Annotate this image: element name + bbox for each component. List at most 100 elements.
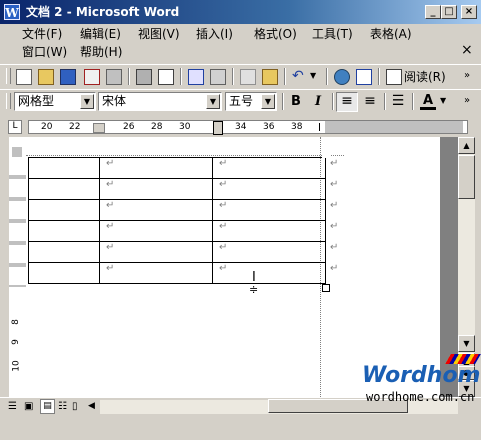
open-folder-icon[interactable] (38, 69, 54, 85)
style-combo[interactable]: 网格型 ▼ (14, 92, 96, 111)
save-icon[interactable] (60, 69, 76, 85)
scroll-up-icon[interactable]: ▲ (458, 137, 475, 154)
table-cell[interactable]: ↵ (212, 220, 326, 242)
row-markers[interactable] (9, 157, 26, 287)
menu-help[interactable]: 帮助(H) (80, 44, 122, 60)
bold-icon[interactable]: B (288, 94, 304, 110)
row-resize-cursor-icon: ≑ (249, 283, 259, 296)
read-mode-icon[interactable] (386, 69, 402, 85)
ruler-number: 26 (123, 122, 135, 132)
italic-icon[interactable]: I (310, 94, 326, 110)
table-row[interactable]: ↵ ↵ ↵ (28, 262, 345, 284)
hyperlink-icon[interactable] (334, 69, 350, 85)
undo-dropdown-icon[interactable]: ▼ (310, 69, 326, 85)
menu-tools[interactable]: 工具(T) (312, 26, 353, 42)
table-row[interactable]: ↵ ↵ ↵ (28, 157, 345, 179)
maximize-button[interactable]: □ (441, 5, 457, 19)
print-layout-view-icon[interactable]: ▤ (40, 399, 55, 414)
column-marker[interactable] (93, 123, 105, 133)
chevron-down-icon[interactable]: ▼ (80, 94, 94, 109)
toolbar-grip[interactable] (6, 93, 11, 109)
table-cell[interactable] (28, 241, 100, 263)
chevron-down-icon[interactable]: ▼ (261, 94, 275, 109)
document-table[interactable]: ↵ ↵ ↵ ↵ ↵ ↵ ↵ ↵ ↵ ↵ ↵ ↵ ↵ ↵ ↵ ↵ ↵ ↵ (28, 157, 345, 284)
close-button[interactable]: × (461, 5, 477, 19)
standard-toolbar: ↶ ▼ 阅读(R) » (0, 64, 481, 88)
vertical-ruler[interactable]: 8 9 10 (9, 137, 27, 397)
font-size-value: 五号 (229, 94, 254, 108)
watermark-url: wordhome.com.cn (366, 390, 475, 404)
spelling-icon[interactable] (188, 69, 204, 85)
table-cell[interactable]: ↵ (99, 199, 213, 221)
email-icon[interactable] (106, 69, 122, 85)
menu-edit[interactable]: 编辑(E) (80, 26, 121, 42)
toolbar-options-icon[interactable]: » (464, 69, 480, 85)
bullet-list-icon[interactable]: ☰ (390, 94, 406, 110)
cell-end-mark: ↵ (106, 179, 115, 190)
table-cell[interactable]: ↵ (212, 178, 326, 200)
table-cell[interactable] (28, 157, 100, 179)
cell-end-mark: ↵ (219, 158, 228, 169)
formatting-toolbar: 网格型 ▼ 宋体 ▼ 五号 ▼ B I ≡ ≡ ☰ A ▼ » (0, 89, 481, 113)
paste-icon[interactable] (262, 69, 278, 85)
menu-format[interactable]: 格式(O) (254, 26, 297, 42)
table-row[interactable]: ↵ ↵ ↵ (28, 220, 345, 242)
table-cell[interactable] (28, 178, 100, 200)
table-row[interactable]: ↵ ↵ ↵ (28, 178, 345, 200)
cell-end-mark: ↵ (106, 158, 115, 169)
table-resize-handle[interactable] (322, 284, 330, 292)
table-cell[interactable]: ↵ (212, 262, 326, 284)
word-app-icon[interactable]: W (4, 4, 20, 20)
new-document-icon[interactable] (16, 69, 32, 85)
justify-icon[interactable]: ≡ (336, 92, 358, 112)
copy-icon[interactable] (240, 69, 256, 85)
table-row[interactable]: ↵ ↵ ↵ (28, 241, 345, 263)
scroll-down-icon[interactable]: ▼ (458, 335, 475, 352)
menu-window[interactable]: 窗口(W) (22, 44, 67, 60)
reading-view-icon[interactable]: ▯ (72, 401, 78, 412)
undo-icon[interactable]: ↶ (292, 69, 308, 85)
scroll-thumb[interactable] (458, 155, 475, 199)
font-color-dropdown-icon[interactable]: ▼ (440, 94, 456, 110)
table-cell[interactable]: ↵ (99, 262, 213, 284)
font-color-icon[interactable]: A (420, 94, 436, 110)
table-cell[interactable]: ↵ (99, 178, 213, 200)
print-preview-icon[interactable] (158, 69, 174, 85)
document-close-icon[interactable]: × (461, 42, 473, 58)
row-end-mark: ↵ (330, 220, 339, 232)
table-cell[interactable]: ↵ (99, 220, 213, 242)
right-indent-marker[interactable] (319, 123, 324, 131)
table-cell[interactable] (28, 199, 100, 221)
table-cell[interactable] (28, 220, 100, 242)
permission-icon[interactable] (84, 69, 100, 85)
table-cell[interactable]: ↵ (99, 241, 213, 263)
outline-view-icon[interactable]: ☷ (58, 401, 67, 412)
web-view-icon[interactable]: ▣ (24, 401, 33, 412)
read-mode-button[interactable]: 阅读(R) (404, 69, 446, 85)
print-icon[interactable] (136, 69, 152, 85)
distributed-align-icon[interactable]: ≡ (362, 94, 378, 110)
menu-insert[interactable]: 插入(I) (196, 26, 233, 42)
table-cell[interactable]: ↵ (212, 199, 326, 221)
horizontal-ruler[interactable]: L 20 22 26 28 30 34 36 38 42 44 46 48 (0, 117, 481, 137)
scroll-left-icon[interactable]: ◀ (88, 401, 95, 411)
normal-view-icon[interactable]: ☰ (8, 401, 17, 412)
font-size-combo[interactable]: 五号 ▼ (225, 92, 277, 111)
research-icon[interactable] (210, 69, 226, 85)
tab-stop-selector[interactable]: L (8, 120, 22, 134)
insert-table-icon[interactable] (356, 69, 372, 85)
toolbar-grip[interactable] (6, 68, 11, 84)
table-row[interactable]: ↵ ↵ ↵ (28, 199, 345, 221)
menu-table[interactable]: 表格(A) (370, 26, 412, 42)
table-cell[interactable]: ↵ (99, 157, 213, 179)
chevron-down-icon[interactable]: ▼ (206, 94, 220, 109)
menu-file[interactable]: 文件(F) (22, 26, 62, 42)
toolbar-options-icon[interactable]: » (464, 94, 480, 110)
table-cell[interactable] (28, 262, 100, 284)
indent-marker[interactable] (213, 121, 223, 135)
minimize-button[interactable]: _ (425, 5, 441, 19)
font-combo[interactable]: 宋体 ▼ (98, 92, 222, 111)
table-cell[interactable]: ↵ (212, 157, 326, 179)
table-cell[interactable]: ↵ (212, 241, 326, 263)
menu-view[interactable]: 视图(V) (138, 26, 180, 42)
